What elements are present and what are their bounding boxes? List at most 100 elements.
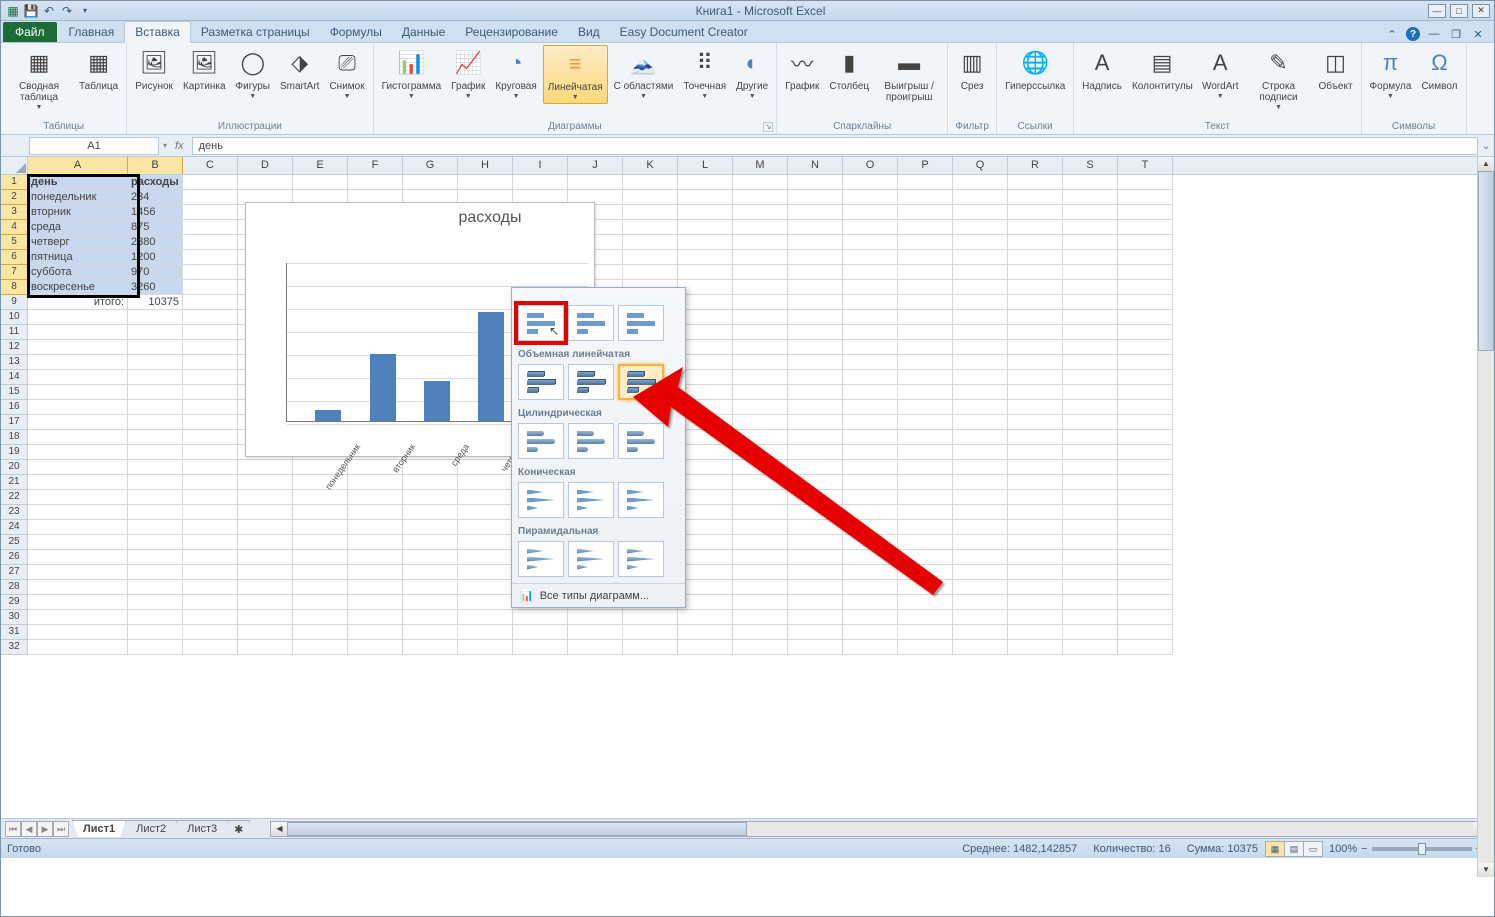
fx-icon[interactable]: fx (167, 140, 192, 152)
cell[interactable] (458, 565, 513, 580)
cell[interactable] (733, 265, 788, 280)
cell[interactable] (28, 595, 128, 610)
cell[interactable] (1008, 355, 1063, 370)
cell[interactable] (1118, 580, 1173, 595)
cell[interactable] (403, 535, 458, 550)
cell[interactable] (128, 550, 183, 565)
cell[interactable] (788, 325, 843, 340)
cell[interactable]: 3260 (128, 280, 183, 295)
cell[interactable] (1063, 595, 1118, 610)
cell[interactable] (733, 250, 788, 265)
column-header[interactable]: O (843, 157, 898, 174)
cell[interactable] (788, 595, 843, 610)
cell[interactable] (678, 205, 733, 220)
cell[interactable] (953, 475, 1008, 490)
cell[interactable] (183, 535, 238, 550)
cell[interactable] (843, 460, 898, 475)
cell[interactable] (953, 565, 1008, 580)
cell[interactable] (1063, 370, 1118, 385)
cell[interactable] (733, 340, 788, 355)
cell[interactable] (183, 625, 238, 640)
tab-page-layout[interactable]: Разметка страницы (191, 22, 320, 42)
ribbon-btn-pivot[interactable]: ▦Сводная таблица▼ (5, 45, 73, 113)
cell[interactable] (953, 340, 1008, 355)
cell[interactable] (843, 250, 898, 265)
cell[interactable] (183, 610, 238, 625)
cell[interactable] (238, 490, 293, 505)
cell[interactable] (843, 355, 898, 370)
cell[interactable] (788, 505, 843, 520)
cell[interactable]: воскресенье (28, 280, 128, 295)
cell[interactable] (788, 415, 843, 430)
worksheet-grid[interactable]: ABCDEFGHIJKLMNOPQRST 1деньрасходы2понеде… (1, 157, 1494, 818)
cell[interactable] (898, 220, 953, 235)
row-header[interactable]: 19 (1, 445, 28, 460)
cell[interactable] (1118, 505, 1173, 520)
cell[interactable] (733, 175, 788, 190)
cell[interactable] (678, 445, 733, 460)
cell[interactable] (733, 610, 788, 625)
cell[interactable] (1008, 430, 1063, 445)
cell[interactable] (128, 415, 183, 430)
cell[interactable] (953, 205, 1008, 220)
cell[interactable] (128, 565, 183, 580)
cell[interactable] (898, 265, 953, 280)
cell[interactable] (183, 370, 238, 385)
cell[interactable] (1008, 625, 1063, 640)
vertical-scrollbar[interactable]: ▲ ▼ (1477, 157, 1494, 877)
cell[interactable] (1008, 385, 1063, 400)
row-header[interactable]: 31 (1, 625, 28, 640)
cell[interactable] (788, 430, 843, 445)
cell[interactable] (1063, 250, 1118, 265)
cell[interactable] (788, 385, 843, 400)
column-header[interactable]: T (1118, 157, 1173, 174)
cell[interactable] (1008, 415, 1063, 430)
cell[interactable] (678, 355, 733, 370)
cell[interactable] (898, 520, 953, 535)
chart-option-cone-clustered[interactable] (518, 482, 564, 518)
cell[interactable] (953, 445, 1008, 460)
cell[interactable] (733, 550, 788, 565)
cell[interactable] (623, 625, 678, 640)
cell[interactable]: пятница (28, 250, 128, 265)
chart-option-3d-clustered-bar[interactable] (518, 364, 564, 400)
cell[interactable] (898, 460, 953, 475)
name-box[interactable]: A1 (29, 137, 159, 155)
cell[interactable] (183, 565, 238, 580)
cell[interactable] (183, 595, 238, 610)
cell[interactable] (458, 640, 513, 655)
cell[interactable] (788, 640, 843, 655)
cell[interactable] (678, 550, 733, 565)
cell[interactable] (1118, 400, 1173, 415)
cell[interactable]: расходы (128, 175, 183, 190)
cell[interactable] (733, 520, 788, 535)
cell[interactable] (128, 370, 183, 385)
cell[interactable] (348, 535, 403, 550)
column-header[interactable]: I (513, 157, 568, 174)
column-header[interactable]: Q (953, 157, 1008, 174)
cell[interactable] (458, 550, 513, 565)
cell[interactable] (513, 640, 568, 655)
cell[interactable] (678, 370, 733, 385)
cell[interactable] (678, 565, 733, 580)
cell[interactable] (1063, 445, 1118, 460)
cell[interactable] (1118, 340, 1173, 355)
cell[interactable] (733, 505, 788, 520)
cell[interactable] (1008, 175, 1063, 190)
row-header[interactable]: 12 (1, 340, 28, 355)
cell[interactable] (183, 340, 238, 355)
cell[interactable] (1118, 370, 1173, 385)
cell[interactable] (238, 535, 293, 550)
cell[interactable] (843, 280, 898, 295)
cell[interactable] (733, 190, 788, 205)
chart-option-pyramid-clustered[interactable] (518, 541, 564, 577)
cell[interactable] (623, 190, 678, 205)
cell[interactable] (1118, 520, 1173, 535)
cell[interactable] (1118, 475, 1173, 490)
cell[interactable] (28, 370, 128, 385)
select-all-corner[interactable] (1, 157, 28, 174)
cell[interactable] (953, 355, 1008, 370)
chart-option-clustered-bar[interactable]: ↖ (518, 305, 564, 341)
cell[interactable] (1063, 280, 1118, 295)
cell[interactable] (953, 535, 1008, 550)
